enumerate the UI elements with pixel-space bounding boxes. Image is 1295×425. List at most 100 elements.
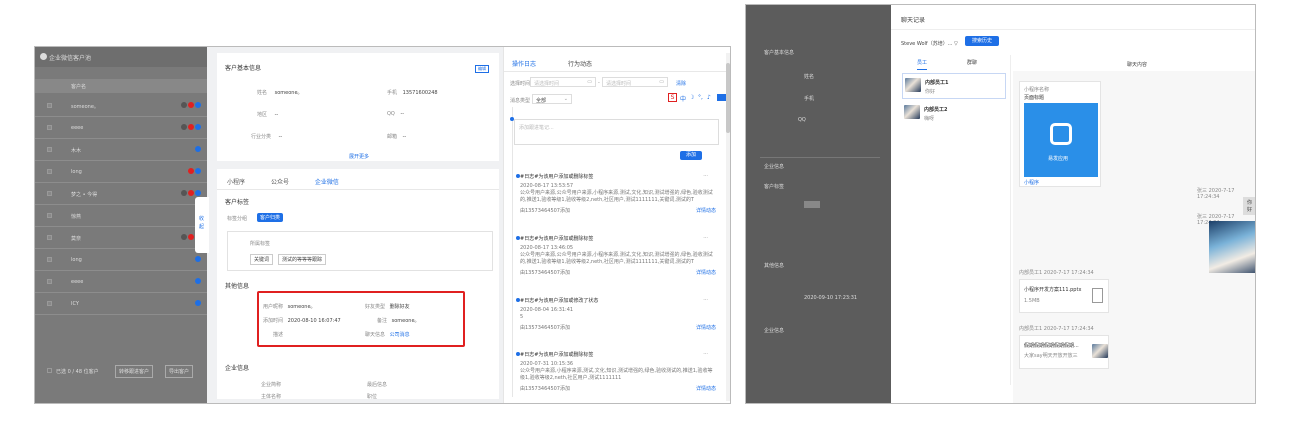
row-checkbox[interactable]	[47, 257, 52, 262]
status-dot-icon[interactable]	[195, 124, 201, 130]
link-message[interactable]: 假期假期假期假期假期... 大家say明天开放开放三	[1019, 335, 1109, 369]
status-dot-icon[interactable]	[181, 124, 187, 130]
type-select[interactable]: 全部 ⌄	[532, 94, 572, 104]
status-dot-icon[interactable]	[181, 234, 187, 240]
end-time-input[interactable]: 请选择时间 ▭	[602, 77, 668, 87]
row-action-icons	[187, 168, 201, 176]
more-icon[interactable]: ···	[703, 351, 708, 357]
status-dot-icon[interactable]	[181, 190, 187, 196]
staff-item-1[interactable]: 内部员工1 你好	[902, 73, 1006, 99]
image-message[interactable]	[1209, 221, 1255, 273]
customer-row[interactable]: eeee	[35, 117, 207, 139]
row-checkbox[interactable]	[47, 191, 52, 196]
document-icon	[1092, 288, 1103, 303]
miniapp-card[interactable]: 小程序名称 页面标题 易发应用 小程序	[1019, 81, 1101, 187]
status-dot-icon[interactable]	[195, 102, 201, 108]
customer-name: 惊燕	[71, 214, 82, 220]
customer-row[interactable]: long	[35, 249, 207, 271]
customer-row[interactable]: ICY	[35, 293, 207, 315]
status-dot-icon[interactable]	[188, 102, 194, 108]
keyboard-icon[interactable]	[717, 94, 726, 101]
log-entry-action[interactable]: 详情动态	[696, 207, 716, 214]
add-note-button[interactable]: 添加	[680, 151, 702, 160]
select-all-checkbox[interactable]	[47, 368, 52, 373]
log-entry-time: 2020-08-17 13:46:05	[520, 245, 574, 251]
status-dot-icon[interactable]	[195, 190, 201, 196]
customer-row[interactable]: long	[35, 161, 207, 183]
tag-chip-2[interactable]: 测试的等等等跟踪	[278, 254, 327, 265]
row-checkbox[interactable]	[47, 125, 52, 130]
clear-link[interactable]: 清除	[676, 80, 686, 87]
start-time-input[interactable]: 请选择时间 ▭	[530, 77, 596, 87]
edit-button[interactable]: 编辑	[475, 65, 489, 73]
customer-row[interactable]: 木木	[35, 139, 207, 161]
status-dot-icon[interactable]	[181, 102, 187, 108]
tab-group[interactable]: 群聊	[967, 59, 977, 66]
row-checkbox[interactable]	[47, 103, 52, 108]
file-name: 小程序开发方案111.pptx	[1024, 287, 1082, 293]
status-dot-icon[interactable]	[188, 234, 194, 240]
log-entry-action[interactable]: 详情动态	[696, 324, 716, 331]
tab-miniprogram[interactable]: 小程序	[227, 179, 245, 186]
file-size: 1.5MB	[1024, 298, 1040, 304]
tag-group-chip[interactable]: 客户归类	[257, 213, 284, 222]
customer-row[interactable]: eeee	[35, 271, 207, 293]
status-dot-icon[interactable]	[195, 300, 201, 306]
field-label-phone: 手机	[387, 90, 398, 96]
other-info-title: 其他信息	[225, 283, 250, 290]
more-icon[interactable]: ···	[703, 297, 708, 303]
status-dot-icon[interactable]	[188, 190, 194, 196]
customer-row[interactable]: someone。	[35, 95, 207, 117]
log-scrollbar[interactable]	[726, 53, 730, 401]
collapse-label: 收起	[199, 216, 205, 230]
transfer-button[interactable]: 转移跟进客户	[115, 365, 154, 378]
status-dot-icon[interactable]	[195, 256, 201, 262]
moon-icon[interactable]: ☽	[689, 94, 694, 101]
other-value-chat[interactable]: 公司消息	[390, 332, 410, 338]
log-entry-author: 由13573464507添加	[520, 208, 570, 214]
customer-row[interactable]: 莫奈	[35, 227, 207, 249]
row-checkbox[interactable]	[47, 147, 52, 152]
customer-name: 梦之 • 今得	[71, 192, 98, 198]
customer-row[interactable]: 梦之 • 今得	[35, 183, 207, 205]
note-textarea[interactable]: 添加跟进笔记...	[514, 119, 719, 145]
collapse-handle[interactable]: 收起	[195, 197, 209, 253]
row-checkbox[interactable]	[47, 301, 52, 306]
more-icon[interactable]: ···	[703, 235, 708, 241]
type-label: 消息类型	[510, 98, 531, 104]
status-dot-icon[interactable]	[195, 168, 201, 174]
row-checkbox[interactable]	[47, 169, 52, 174]
tag-chip-1[interactable]: 关键词	[250, 254, 274, 265]
tab-official-account[interactable]: 公众号	[271, 179, 289, 186]
bg-label-2: 姓名	[804, 74, 815, 80]
more-icon[interactable]: ···	[703, 173, 708, 179]
link-desc: 大家say明天开放开放三	[1024, 353, 1078, 359]
tab-staff[interactable]: 员工	[917, 59, 928, 70]
link-msg-meta: 内部员工1 2020-7-17 17:24:34	[1019, 326, 1094, 332]
type-select-value: 全部	[536, 98, 547, 104]
file-message[interactable]: 小程序开发方案111.pptx 1.5MB	[1019, 279, 1109, 313]
row-checkbox[interactable]	[47, 213, 52, 218]
mic-icon[interactable]: ♪	[707, 94, 711, 101]
chinese-input-icon[interactable]: 中	[680, 94, 686, 103]
punct-icon[interactable]: °,	[698, 94, 703, 101]
tab-behavior[interactable]: 行为动态	[568, 61, 592, 68]
export-button[interactable]: 导出客户	[165, 365, 194, 378]
calendar-icon: ▭	[659, 79, 664, 85]
row-checkbox[interactable]	[47, 235, 52, 240]
status-dot-icon[interactable]	[188, 168, 194, 174]
staff-selector[interactable]: Steve Wolf（苏培）... ▽	[901, 40, 958, 47]
log-entry-action[interactable]: 详情动态	[696, 269, 716, 276]
status-dot-icon[interactable]	[195, 146, 201, 152]
other-label-remark: 备注	[377, 318, 388, 324]
expand-more-link[interactable]: 展开更多	[349, 153, 369, 160]
log-entry-action[interactable]: 详情动态	[696, 385, 716, 392]
search-history-button[interactable]: 搜索历史	[965, 36, 999, 46]
status-dot-icon[interactable]	[195, 278, 201, 284]
row-checkbox[interactable]	[47, 279, 52, 284]
status-dot-icon[interactable]	[188, 124, 194, 130]
scrollbar-thumb[interactable]	[726, 63, 730, 133]
staff-item-2[interactable]: 内部员工2 嗨呀	[902, 101, 1006, 127]
s-logo-icon[interactable]: S	[668, 93, 677, 102]
customer-row[interactable]: 惊燕	[35, 205, 207, 227]
